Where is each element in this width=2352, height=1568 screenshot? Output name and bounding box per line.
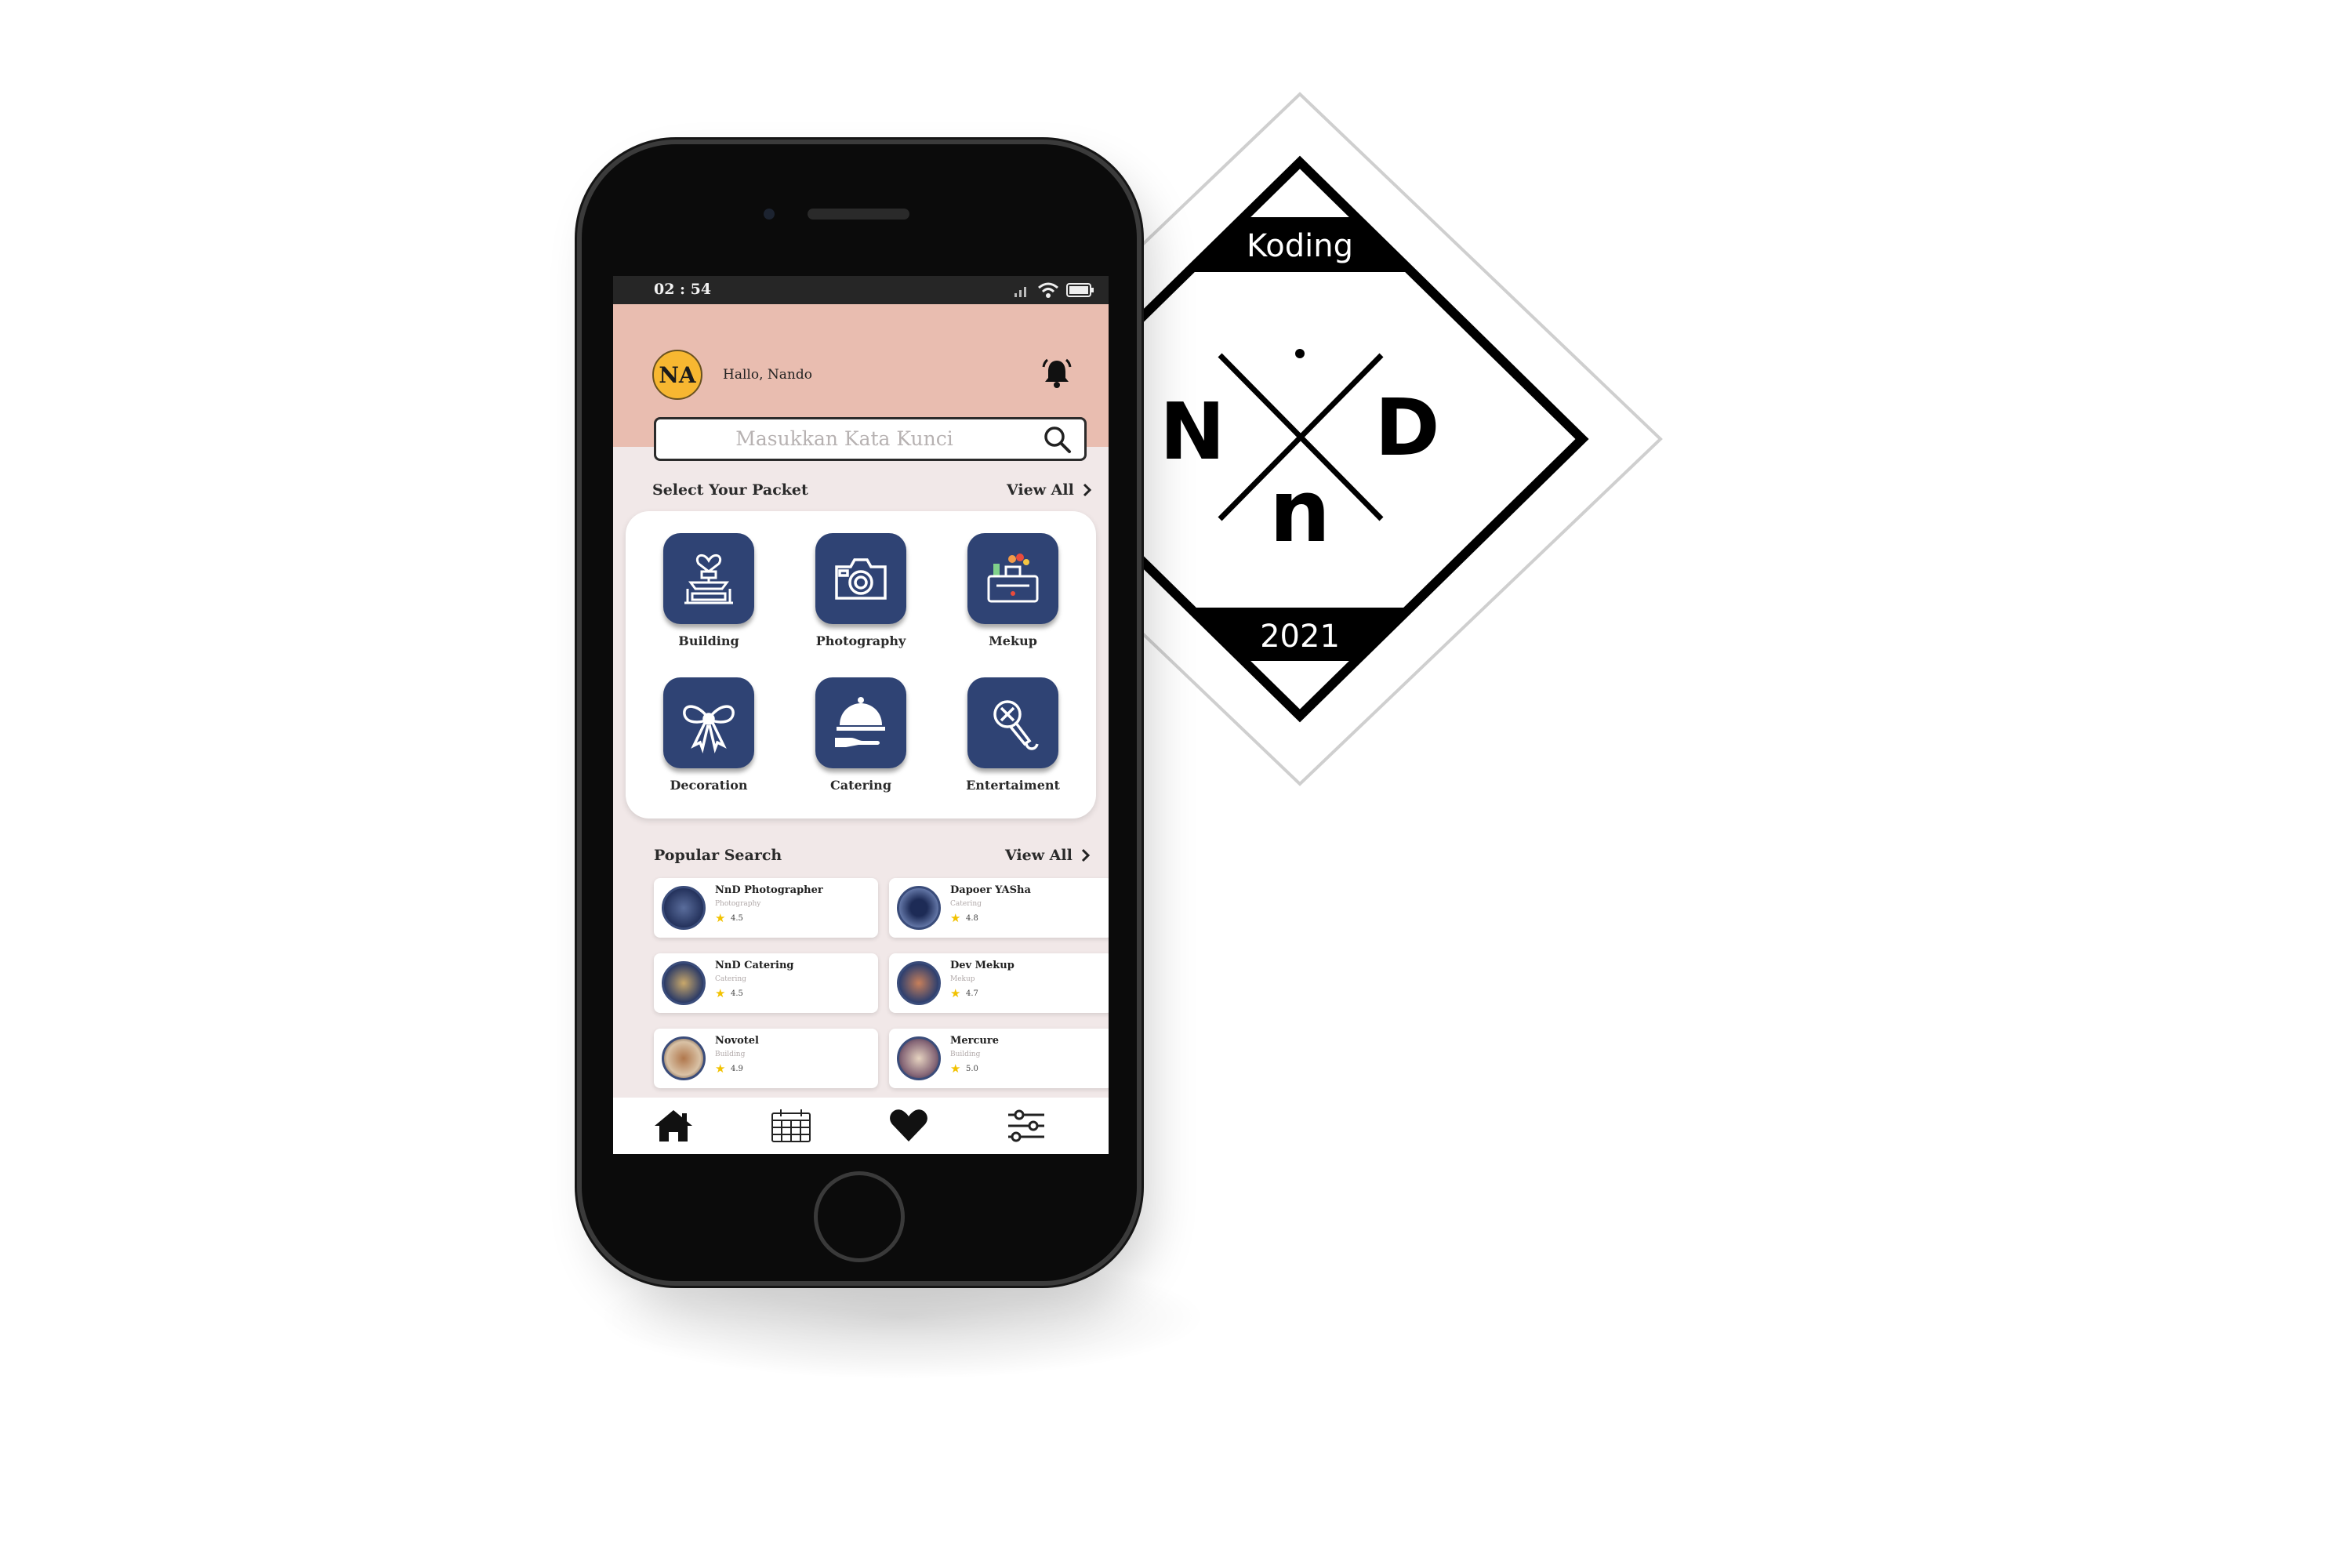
- vendor-name: NnD Photographer: [715, 884, 823, 896]
- vendor-name: Novotel: [715, 1035, 759, 1047]
- popular-view-all[interactable]: View All: [1005, 847, 1093, 864]
- ribbon-icon: [663, 677, 754, 768]
- vendor-name: Dapoer YASha: [950, 884, 1031, 896]
- category-entertaiment[interactable]: Entertaiment: [958, 677, 1068, 793]
- star-icon: ★: [715, 986, 726, 1000]
- vendor-avatar: [897, 886, 941, 930]
- bottom-nav: [613, 1098, 1109, 1154]
- fountain-icon: [663, 533, 754, 624]
- category-catering[interactable]: Catering: [806, 677, 916, 793]
- makeup-icon: [967, 533, 1058, 624]
- home-button[interactable]: [814, 1171, 905, 1262]
- popular-title: Popular Search: [654, 847, 782, 864]
- category-building[interactable]: Building: [654, 533, 764, 648]
- vendor-category: Catering: [950, 900, 982, 908]
- vendor-rating: 4.9: [731, 1065, 743, 1073]
- category-label: Catering: [830, 778, 891, 793]
- signal-icon: [1014, 287, 1026, 297]
- search-input[interactable]: Masukkan Kata Kunci: [654, 417, 1087, 461]
- vendor-rating: 4.5: [731, 989, 743, 998]
- search-icon[interactable]: [1042, 424, 1073, 456]
- vendor-rating: 5.0: [966, 1065, 978, 1073]
- greeting-text: Hallo, Nando: [723, 367, 812, 383]
- vendor-avatar: [662, 1036, 706, 1080]
- vendor-name: Dev Mekup: [950, 960, 1014, 971]
- status-time: 02 : 54: [654, 281, 712, 298]
- search-placeholder: Masukkan Kata Kunci: [735, 427, 953, 450]
- vendor-category: Building: [715, 1051, 746, 1058]
- vendor-avatar: [897, 961, 941, 1005]
- vendor-category: Building: [950, 1051, 981, 1058]
- vendor-rating: 4.7: [966, 989, 978, 998]
- star-icon: ★: [950, 986, 961, 1000]
- category-label: Photography: [815, 633, 906, 648]
- popular-card[interactable]: NnD Catering Catering ★ 4.5: [654, 953, 878, 1013]
- view-all-label: View All: [1005, 847, 1073, 864]
- popular-card[interactable]: Novotel Building ★ 4.9: [654, 1029, 878, 1088]
- vendor-rating: 4.5: [731, 914, 743, 923]
- sliders-icon[interactable]: [1005, 1107, 1047, 1145]
- vendor-category: Mekup: [950, 975, 975, 983]
- earpiece-speaker: [808, 209, 909, 220]
- vendor-name: NnD Catering: [715, 960, 794, 971]
- packets-view-all[interactable]: View All: [1007, 481, 1094, 499]
- category-decoration[interactable]: Decoration: [654, 677, 764, 793]
- vendor-category: Catering: [715, 975, 746, 983]
- popular-card[interactable]: NnD Photographer Photography ★ 4.5: [654, 878, 878, 938]
- heart-icon[interactable]: [887, 1107, 930, 1145]
- view-all-label: View All: [1007, 481, 1074, 499]
- vendor-category: Photography: [715, 900, 761, 908]
- brand-logo: Koding 2021 N D n: [1073, 92, 1663, 786]
- logo-bottom-text: 2021: [1260, 619, 1340, 655]
- camera-icon: [815, 533, 906, 624]
- logo-letter-left: N: [1160, 386, 1225, 477]
- category-mekup[interactable]: Mekup: [958, 533, 1068, 648]
- logo-letter-right: D: [1374, 382, 1439, 474]
- packets-card: Building Photography Mekup Decoration Ca…: [626, 511, 1096, 818]
- front-camera: [764, 209, 775, 220]
- category-label: Decoration: [670, 778, 748, 793]
- vendor-avatar: [662, 886, 706, 930]
- avatar[interactable]: NA: [652, 350, 702, 400]
- bell-icon[interactable]: [1040, 356, 1074, 390]
- star-icon: ★: [950, 1062, 961, 1076]
- star-icon: ★: [715, 1062, 726, 1076]
- category-label: Entertaiment: [966, 778, 1060, 793]
- category-label: Mekup: [989, 633, 1037, 648]
- vendor-name: Mercure: [950, 1035, 999, 1047]
- category-photography[interactable]: Photography: [806, 533, 916, 648]
- chevron-right-icon: [1081, 848, 1090, 862]
- logo-top-text: Koding: [1247, 228, 1353, 264]
- star-icon: ★: [715, 911, 726, 925]
- battery-icon: [1066, 283, 1094, 297]
- vendor-avatar: [662, 961, 706, 1005]
- app-header: NA Hallo, Nando Masukkan Kata Kunci: [613, 304, 1109, 461]
- chevron-right-icon: [1083, 483, 1091, 497]
- category-label: Building: [678, 633, 739, 648]
- wifi-icon: [1038, 282, 1058, 298]
- star-icon: ★: [950, 911, 961, 925]
- status-bar: 02 : 54: [613, 276, 1109, 304]
- popular-card[interactable]: Dev Mekup Mekup ★ 4.7: [889, 953, 1109, 1013]
- popular-card[interactable]: Dapoer YASha Catering ★ 4.8: [889, 878, 1109, 938]
- app-screen: 02 : 54 NA Hallo, Nando Masukkan Kata Ku…: [613, 276, 1109, 1154]
- cloche-icon: [815, 677, 906, 768]
- microphone-icon: [967, 677, 1058, 768]
- popular-card[interactable]: Mercure Building ★ 5.0: [889, 1029, 1109, 1088]
- calendar-icon[interactable]: [770, 1107, 812, 1145]
- logo-letter-bottom: n: [1269, 461, 1330, 561]
- vendor-avatar: [897, 1036, 941, 1080]
- home-icon[interactable]: [652, 1107, 695, 1145]
- packets-title: Select Your Packet: [652, 481, 808, 499]
- vendor-rating: 4.8: [966, 914, 978, 923]
